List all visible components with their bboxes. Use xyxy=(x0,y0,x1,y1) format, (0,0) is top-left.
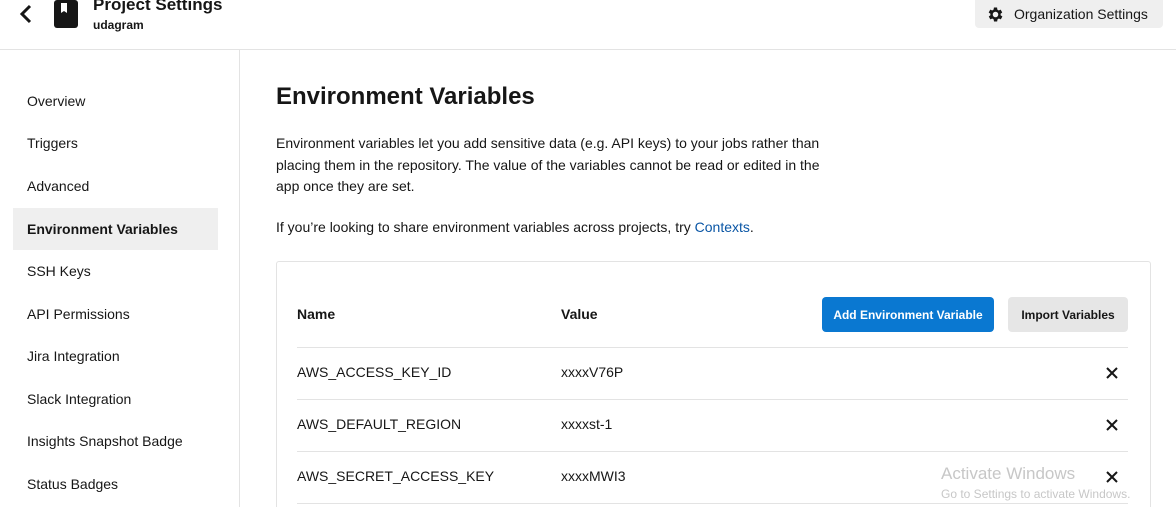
row-divider xyxy=(297,399,1128,400)
env-var-value: xxxxMWI3 xyxy=(561,468,626,484)
project-name: udagram xyxy=(93,18,144,32)
sidebar-item-status-badges[interactable]: Status Badges xyxy=(13,463,218,505)
close-icon[interactable] xyxy=(1104,469,1120,485)
env-var-value: xxxxV76P xyxy=(561,364,624,380)
sidebar-item-jira-integration[interactable]: Jira Integration xyxy=(13,335,218,377)
activate-windows-watermark: Activate Windows xyxy=(941,464,1076,483)
top-header: Project Settings udagram Organization Se… xyxy=(0,0,1176,50)
column-header-value: Value xyxy=(561,306,598,322)
env-var-name: AWS_ACCESS_KEY_ID xyxy=(297,364,452,380)
sidebar-item-advanced[interactable]: Advanced xyxy=(13,165,218,207)
project-icon xyxy=(54,0,78,28)
activate-windows-hint: Go to Settings to activate Windows. xyxy=(941,487,1131,501)
section-description: Environment variables let you add sensit… xyxy=(276,135,820,194)
gear-icon xyxy=(988,7,1003,21)
import-variables-button[interactable]: Import Variables xyxy=(1008,297,1128,332)
back-button[interactable] xyxy=(14,2,38,26)
contexts-link[interactable]: Contexts xyxy=(695,219,750,235)
sidebar-item-insights-snapshot-badge[interactable]: Insights Snapshot Badge xyxy=(13,420,218,462)
row-divider xyxy=(297,451,1128,452)
chevron-left-icon xyxy=(19,4,32,24)
sidebar-item-api-permissions[interactable]: API Permissions xyxy=(13,293,218,335)
env-var-name: AWS_SECRET_ACCESS_KEY xyxy=(297,468,495,484)
env-var-value: xxxxst-1 xyxy=(561,416,613,432)
contexts-hint: If you’re looking to share environment v… xyxy=(276,219,754,235)
sidebar-item-overview[interactable]: Overview xyxy=(13,80,218,122)
sidebar-item-environment-variables[interactable]: Environment Variables xyxy=(13,208,218,250)
organization-settings-button[interactable]: Organization Settings xyxy=(975,0,1163,28)
env-var-name: AWS_DEFAULT_REGION xyxy=(297,416,462,432)
sidebar-item-slack-integration[interactable]: Slack Integration xyxy=(13,378,218,420)
sidebar-item-ssh-keys[interactable]: SSH Keys xyxy=(13,250,218,292)
section-title: Environment Variables xyxy=(276,83,535,110)
contexts-hint-text: If you’re looking to share environment v… xyxy=(276,219,695,235)
close-icon[interactable] xyxy=(1104,365,1120,381)
close-icon[interactable] xyxy=(1104,417,1120,433)
row-divider xyxy=(297,503,1128,504)
contexts-hint-suffix: . xyxy=(749,219,754,235)
sidebar-item-triggers[interactable]: Triggers xyxy=(13,122,218,164)
page-title: Project Settings xyxy=(93,0,223,14)
column-header-name: Name xyxy=(297,306,336,322)
organization-settings-label: Organization Settings xyxy=(1014,6,1148,22)
row-divider xyxy=(297,347,1128,348)
add-environment-variable-button[interactable]: Add Environment Variable xyxy=(822,297,994,332)
